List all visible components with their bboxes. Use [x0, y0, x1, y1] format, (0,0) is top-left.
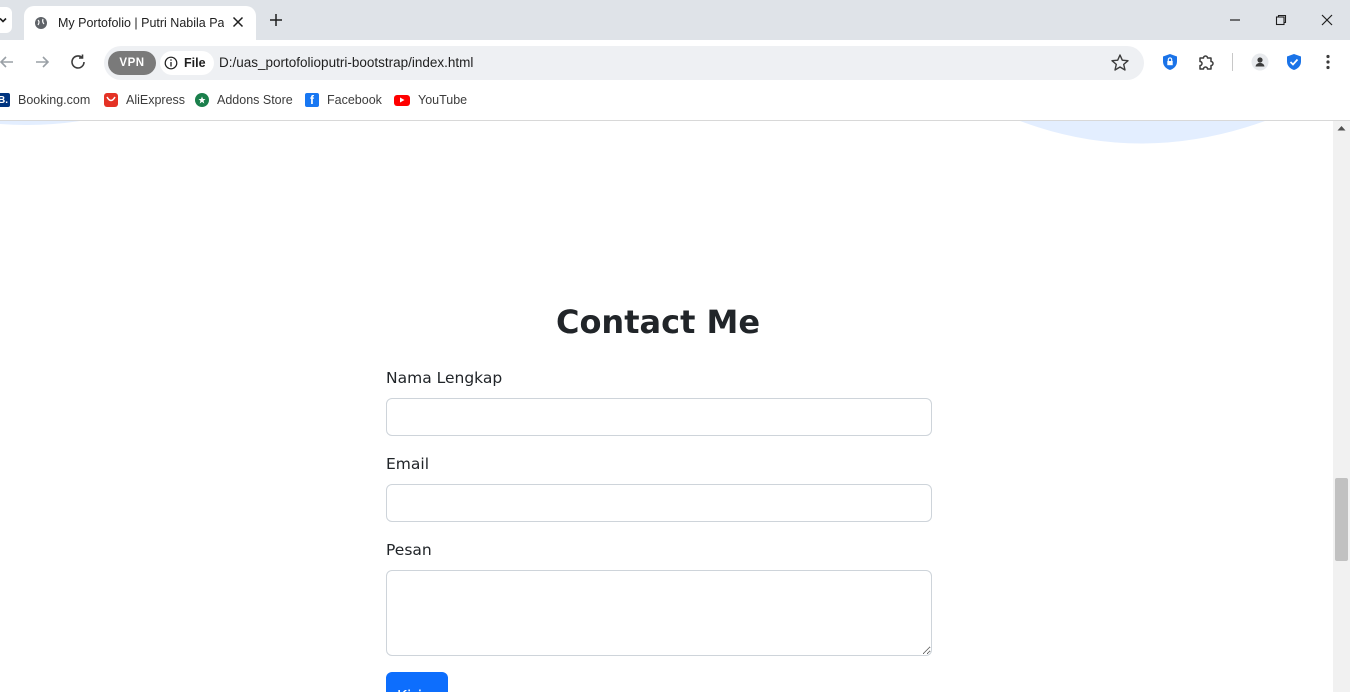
- bookmark-label: AliExpress: [126, 93, 186, 107]
- aliexpress-icon: [104, 93, 118, 107]
- close-icon: [1321, 14, 1333, 26]
- restore-button[interactable]: [1271, 10, 1291, 30]
- security-extension-button[interactable]: [1284, 52, 1304, 72]
- youtube-icon: [394, 94, 410, 106]
- bookmark-label: Booking.com: [18, 93, 91, 107]
- vpn-badge[interactable]: VPN: [108, 51, 156, 75]
- plus-icon: [270, 14, 282, 26]
- bookmarks-bar: B. Booking.com AliExpress Addons Store f…: [0, 84, 1350, 116]
- tab-title: My Portofolio | Putri Nabila Pas: [58, 16, 224, 30]
- facebook-icon: f: [305, 93, 319, 107]
- message-textarea[interactable]: [386, 570, 932, 656]
- tab-strip: My Portofolio | Putri Nabila Pas: [0, 0, 1350, 40]
- bookmark-label: YouTube: [418, 93, 468, 107]
- site-info-chip[interactable]: File: [160, 51, 214, 75]
- arrow-left-icon: [0, 56, 13, 68]
- email-input[interactable]: [386, 484, 932, 522]
- restore-icon: [1275, 14, 1287, 26]
- forward-button[interactable]: [31, 51, 53, 73]
- page-viewport: Contact Me Nama Lengkap Email Pesan Kiri…: [0, 121, 1333, 692]
- avatar-icon: [1251, 53, 1269, 71]
- bookmark-aliexpress[interactable]: AliExpress: [104, 92, 185, 108]
- shield-lock-icon: [1163, 54, 1177, 70]
- arrow-right-icon: [36, 56, 50, 68]
- email-label: Email: [386, 455, 430, 473]
- page-scrollbar[interactable]: [1333, 121, 1350, 692]
- minimize-button[interactable]: [1225, 10, 1245, 30]
- extensions-button[interactable]: [1196, 52, 1216, 72]
- browser-toolbar: VPN File D:/uas_portofolioputri-bootstra…: [0, 40, 1350, 84]
- scroll-up-arrow-icon[interactable]: [1337, 125, 1346, 131]
- scheme-label: File: [184, 56, 206, 70]
- reload-button[interactable]: [67, 51, 89, 73]
- submit-button[interactable]: Kirim: [386, 672, 448, 692]
- bookmark-booking[interactable]: B. Booking.com: [0, 92, 90, 108]
- booking-icon: B.: [0, 93, 10, 107]
- info-icon: [164, 56, 178, 70]
- password-manager-button[interactable]: [1160, 52, 1180, 72]
- message-label: Pesan: [386, 541, 432, 559]
- reload-icon: [71, 54, 85, 69]
- close-tab-button[interactable]: [228, 12, 248, 32]
- shield-check-icon: [1287, 54, 1301, 70]
- bookmark-youtube[interactable]: YouTube: [394, 92, 467, 108]
- bookmark-label: Facebook: [327, 93, 382, 107]
- vpn-label: VPN: [119, 57, 145, 69]
- chevron-down-icon: [0, 17, 7, 23]
- menu-button[interactable]: [1318, 52, 1338, 72]
- minimize-icon: [1230, 19, 1240, 21]
- bookmark-facebook[interactable]: f Facebook: [305, 92, 382, 108]
- bookmark-label: Addons Store: [217, 93, 293, 107]
- close-window-button[interactable]: [1317, 10, 1337, 30]
- scrollbar-thumb[interactable]: [1335, 478, 1348, 561]
- name-label: Nama Lengkap: [386, 369, 503, 387]
- profile-button[interactable]: [1250, 52, 1270, 72]
- back-button[interactable]: [0, 51, 18, 73]
- close-icon: [232, 16, 244, 28]
- kebab-menu-icon: [1326, 54, 1330, 70]
- decorative-wave: [0, 121, 1265, 144]
- star-icon: [1111, 54, 1129, 71]
- url-text[interactable]: D:/uas_portofolioputri-bootstrap/index.h…: [219, 55, 473, 70]
- address-bar[interactable]: VPN File D:/uas_portofolioputri-bootstra…: [104, 46, 1144, 80]
- bookmark-star-button[interactable]: [1110, 53, 1130, 73]
- active-tab[interactable]: My Portofolio | Putri Nabila Pas: [24, 6, 256, 40]
- globe-icon: [35, 17, 47, 29]
- bookmark-addons-store[interactable]: Addons Store: [195, 92, 293, 108]
- contact-title: Contact Me: [555, 303, 761, 341]
- toolbar-separator: [1232, 53, 1233, 71]
- puzzle-icon: [1199, 55, 1214, 70]
- addons-icon: [195, 93, 209, 107]
- tab-search-button[interactable]: [0, 7, 12, 33]
- name-input[interactable]: [386, 398, 932, 436]
- new-tab-button[interactable]: [266, 10, 286, 30]
